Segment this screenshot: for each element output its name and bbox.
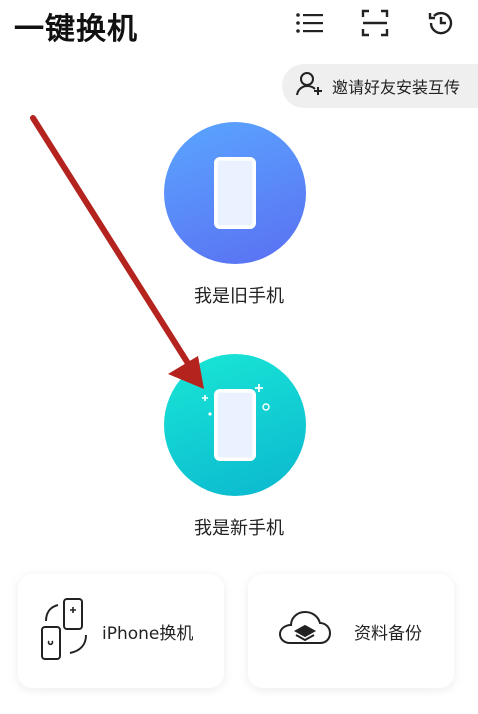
old-phone-button[interactable] [164,122,306,264]
backup-card[interactable]: 资料备份 [248,574,454,688]
history-icon[interactable] [424,6,458,40]
old-phone-label: 我是旧手机 [194,286,284,307]
page-title: 一键换机 [14,12,138,47]
invite-label: 邀请好友安装互传 [332,78,461,97]
list-icon[interactable] [292,6,326,40]
add-user-icon [296,71,324,101]
new-phone-button[interactable] [164,354,306,496]
iphone-switch-card[interactable]: iPhone换机 [18,574,224,688]
phone-icon [214,157,256,229]
scan-icon[interactable] [358,6,392,40]
new-phone-label: 我是新手机 [194,518,284,539]
backup-label: 资料备份 [354,623,422,644]
iphone-switch-label: iPhone换机 [102,623,194,644]
invite-friends-button[interactable]: 邀请好友安装互传 [282,64,478,108]
phone-swap-icon [38,597,90,665]
sparkle-icon [202,384,270,416]
cloud-layers-icon [278,609,332,653]
